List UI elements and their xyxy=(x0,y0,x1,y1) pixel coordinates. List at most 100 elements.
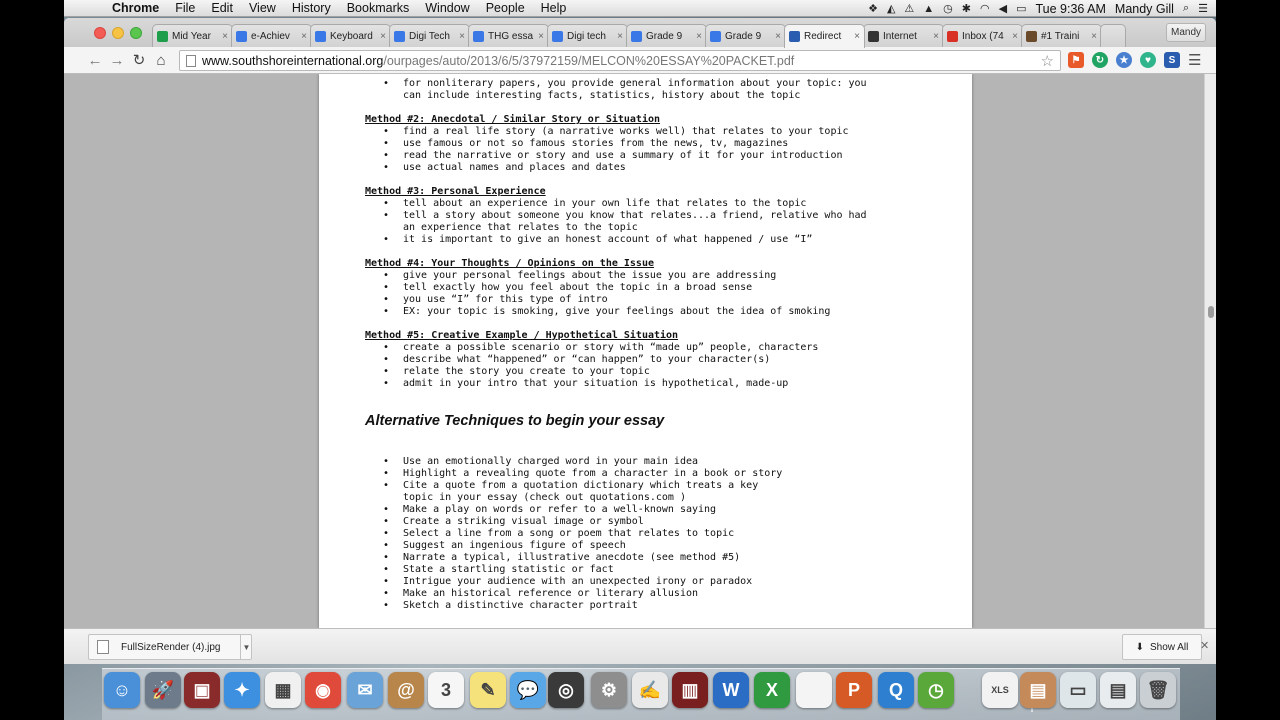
screenshot-icon[interactable]: ▭ xyxy=(1060,672,1096,708)
excel-icon[interactable]: X xyxy=(754,672,790,708)
address-bar[interactable]: www.southshoreinternational.org/ourpages… xyxy=(179,50,1061,71)
tab-6[interactable]: Grade 9 × xyxy=(626,24,707,47)
xls-file-icon[interactable]: XLS xyxy=(982,672,1018,708)
tab-close-icon[interactable]: × xyxy=(854,31,860,42)
close-window-button[interactable] xyxy=(94,27,106,39)
download-item[interactable]: FullSizeRender (4).jpg xyxy=(88,634,252,660)
tab-close-icon[interactable]: × xyxy=(380,31,386,42)
trash-icon[interactable]: 🗑 xyxy=(1140,672,1176,708)
clock-icon[interactable]: ◷ xyxy=(918,672,954,708)
user-name[interactable]: Mandy Gill xyxy=(1115,2,1174,16)
zoom-window-button[interactable] xyxy=(130,27,142,39)
tab-close-icon[interactable]: × xyxy=(538,31,544,42)
time-machine-icon[interactable]: ◷ xyxy=(943,2,953,15)
pdf-page: • for nonliterary papers, you provide gen… xyxy=(319,74,972,628)
notification-icon[interactable]: ◭ xyxy=(887,2,895,15)
mail-icon[interactable]: ✉ xyxy=(347,672,383,708)
chrome-icon[interactable]: ◉ xyxy=(305,672,341,708)
facetime-icon[interactable]: ◎ xyxy=(548,672,584,708)
reload-icon[interactable]: ↻ xyxy=(128,49,150,71)
tab-close-icon[interactable]: × xyxy=(775,31,781,42)
photo-booth-icon[interactable]: ▣ xyxy=(184,672,220,708)
tab-close-icon[interactable]: × xyxy=(617,31,623,42)
forward-icon[interactable]: → xyxy=(106,49,128,71)
refresh-extension-icon[interactable]: ↻ xyxy=(1092,52,1108,68)
pdf-viewer[interactable]: • for nonliterary papers, you provide gen… xyxy=(64,74,1216,628)
menu-file[interactable]: File xyxy=(167,0,203,17)
tab-2[interactable]: Keyboard × xyxy=(310,24,391,47)
tab-close-icon[interactable]: × xyxy=(696,31,702,42)
alert-icon[interactable]: ⚠ xyxy=(904,2,914,15)
close-download-bar-icon[interactable]: ✕ xyxy=(1200,639,1209,652)
bullet-icon: • xyxy=(383,294,390,305)
downloads-stack-icon[interactable]: ▤ xyxy=(1100,672,1136,708)
notes-icon[interactable]: ✎ xyxy=(470,672,506,708)
tab-1[interactable]: e-Achiev × xyxy=(231,24,312,47)
bookmark-star-icon[interactable]: ☆ xyxy=(1041,52,1054,70)
tab-8[interactable]: Redirect × xyxy=(784,24,865,48)
tab-9[interactable]: Internet × xyxy=(863,24,944,47)
minimize-window-button[interactable] xyxy=(112,27,124,39)
calendar-icon[interactable]: 3 xyxy=(428,672,464,708)
notification-center-icon[interactable]: ☰ xyxy=(1198,2,1208,15)
tab-5[interactable]: Digi tech × xyxy=(547,24,628,47)
tab-label: Mid Year xyxy=(172,30,211,42)
blank-document-icon[interactable] xyxy=(796,672,832,708)
tab-close-icon[interactable]: × xyxy=(1012,31,1018,42)
tab-close-icon[interactable]: × xyxy=(459,31,465,42)
launchpad-icon[interactable]: 🚀 xyxy=(145,672,181,708)
word-icon[interactable]: W xyxy=(713,672,749,708)
spotlight-icon[interactable]: ⌕ xyxy=(1183,2,1189,15)
finder-icon[interactable]: ☺ xyxy=(104,672,140,708)
tab-close-icon[interactable]: × xyxy=(1091,31,1097,42)
menu-view[interactable]: View xyxy=(241,0,284,17)
menu-history[interactable]: History xyxy=(284,0,339,17)
heart-extension-icon[interactable]: ♥ xyxy=(1140,52,1156,68)
tab-7[interactable]: Grade 9 × xyxy=(705,24,786,47)
system-preferences-icon[interactable]: ⚙ xyxy=(591,672,627,708)
bookmark-flag-icon[interactable]: ⚑ xyxy=(1068,52,1084,68)
quicktime-icon[interactable]: Q xyxy=(878,672,914,708)
menu-people[interactable]: People xyxy=(478,0,533,17)
tab-close-icon[interactable]: × xyxy=(222,31,228,42)
tab-4[interactable]: THG essa × xyxy=(468,24,549,47)
new-tab-button[interactable] xyxy=(1100,24,1126,47)
volume-icon[interactable]: ◀ xyxy=(999,2,1007,15)
profile-button[interactable]: Mandy xyxy=(1166,23,1206,42)
s-extension-icon[interactable]: S xyxy=(1164,52,1180,68)
contacts-icon[interactable]: @ xyxy=(388,672,424,708)
tab-0[interactable]: Mid Year × xyxy=(152,24,233,47)
tab-10[interactable]: Inbox (74 × xyxy=(942,24,1023,47)
menu-window[interactable]: Window xyxy=(417,0,477,17)
menu-help[interactable]: Help xyxy=(533,0,575,17)
home-icon[interactable]: ⌂ xyxy=(150,49,172,71)
powerpoint-icon[interactable]: P xyxy=(836,672,872,708)
tab-3[interactable]: Digi Tech × xyxy=(389,24,470,47)
drive-icon[interactable]: ▲ xyxy=(923,3,934,15)
menu-edit[interactable]: Edit xyxy=(203,0,241,17)
photo-strip-icon[interactable]: ▥ xyxy=(672,672,708,708)
textedit-icon[interactable]: ✍ xyxy=(632,672,668,708)
wifi-icon[interactable]: ◠ xyxy=(980,2,990,15)
scrollbar[interactable] xyxy=(1204,74,1216,628)
safari-icon[interactable]: ✦ xyxy=(224,672,260,708)
scroll-thumb[interactable] xyxy=(1208,306,1214,318)
menu-bookmarks[interactable]: Bookmarks xyxy=(339,0,418,17)
clock[interactable]: Tue 9:36 AM xyxy=(1035,2,1105,16)
star-extension-icon[interactable]: ★ xyxy=(1116,52,1132,68)
bluetooth-icon[interactable]: ✱ xyxy=(962,2,971,15)
download-menu-arrow-icon[interactable]: ▼ xyxy=(240,634,252,660)
tab-close-icon[interactable]: × xyxy=(933,31,939,42)
battery-icon[interactable]: ▭ xyxy=(1016,2,1026,15)
app-grid-icon[interactable]: ▦ xyxy=(265,672,301,708)
chrome-menu-icon[interactable]: ☰ xyxy=(1188,51,1201,69)
show-all-button[interactable]: ⬇ Show All xyxy=(1122,634,1202,660)
tab-11[interactable]: #1 Traini × xyxy=(1021,24,1102,47)
photo-stack-icon[interactable]: ▤ xyxy=(1020,672,1056,708)
menu-app-name[interactable]: Chrome xyxy=(104,0,167,17)
back-icon[interactable]: ← xyxy=(84,49,106,71)
dropbox-icon[interactable]: ❖ xyxy=(868,2,878,15)
tab-close-icon[interactable]: × xyxy=(301,31,307,42)
messages-icon[interactable]: 💬 xyxy=(510,672,546,708)
apple-menu-icon[interactable] xyxy=(78,1,94,15)
